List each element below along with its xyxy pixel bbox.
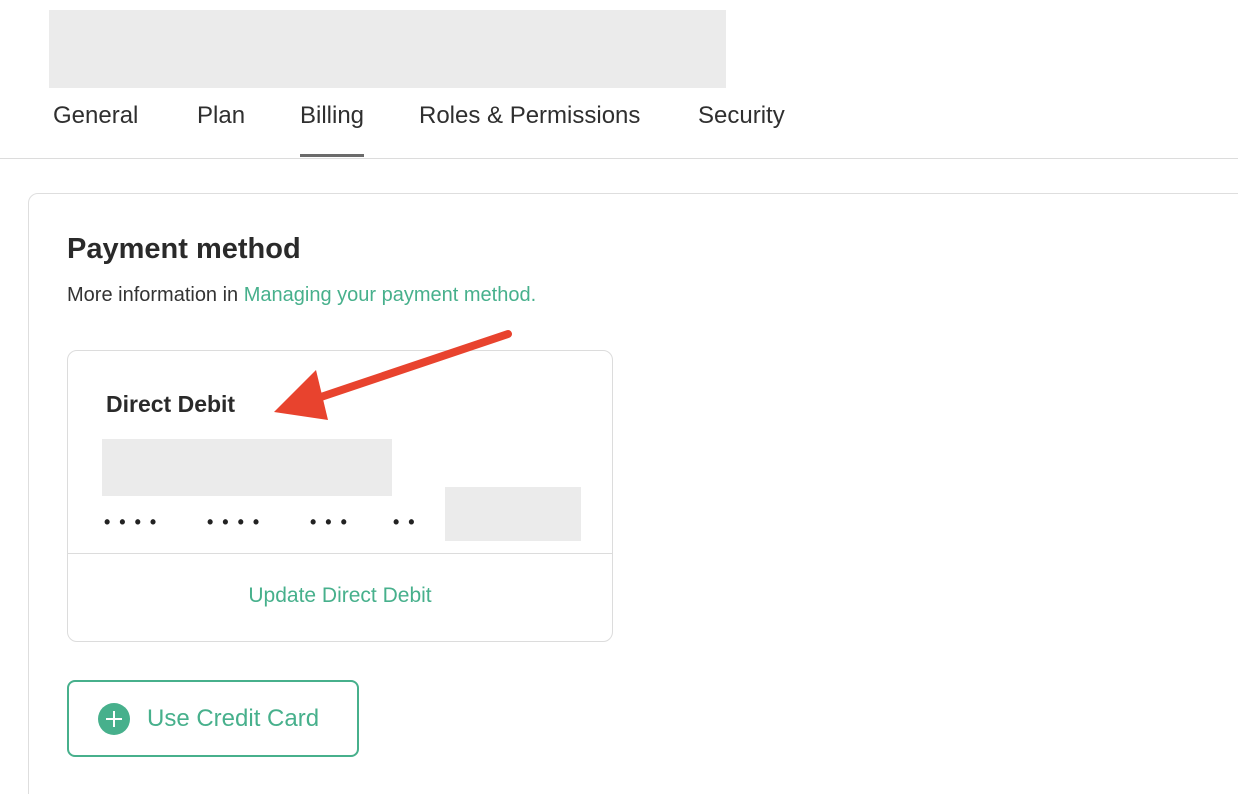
- settings-page: General Plan Billing Roles & Permissions…: [0, 0, 1238, 794]
- masked-digits-group-1: ••••: [104, 512, 166, 532]
- settings-tabs: General Plan Billing Roles & Permissions…: [0, 88, 1238, 159]
- plus-circle-icon: [98, 702, 130, 735]
- card-divider: [68, 553, 612, 554]
- masked-digits-group-4: ••: [393, 512, 424, 532]
- use-credit-card-label: Use Credit Card: [147, 704, 320, 732]
- use-credit-card-button[interactable]: Use Credit Card: [67, 680, 359, 757]
- redacted-title: [49, 10, 726, 88]
- managing-payment-method-link[interactable]: Managing your payment method.: [244, 284, 536, 306]
- update-direct-debit-link[interactable]: Update Direct Debit: [68, 584, 612, 608]
- tab-billing[interactable]: Billing: [300, 100, 365, 157]
- masked-digits-group-3: •••: [310, 512, 356, 532]
- tab-security[interactable]: Security: [698, 100, 785, 157]
- payment-method-heading: Payment method: [67, 233, 301, 265]
- annotation-arrow-icon: [274, 330, 512, 420]
- info-prefix: More information in: [67, 284, 244, 306]
- tab-roles-permissions[interactable]: Roles & Permissions: [419, 100, 640, 157]
- redacted-account-name: [102, 439, 392, 496]
- redacted-bank-logo: [445, 487, 581, 541]
- direct-debit-title: Direct Debit: [106, 391, 236, 417]
- tab-plan[interactable]: Plan: [197, 100, 245, 157]
- payment-info-text: More information in Managing your paymen…: [67, 284, 536, 307]
- masked-digits-group-2: ••••: [207, 512, 269, 532]
- tab-general[interactable]: General: [53, 100, 138, 157]
